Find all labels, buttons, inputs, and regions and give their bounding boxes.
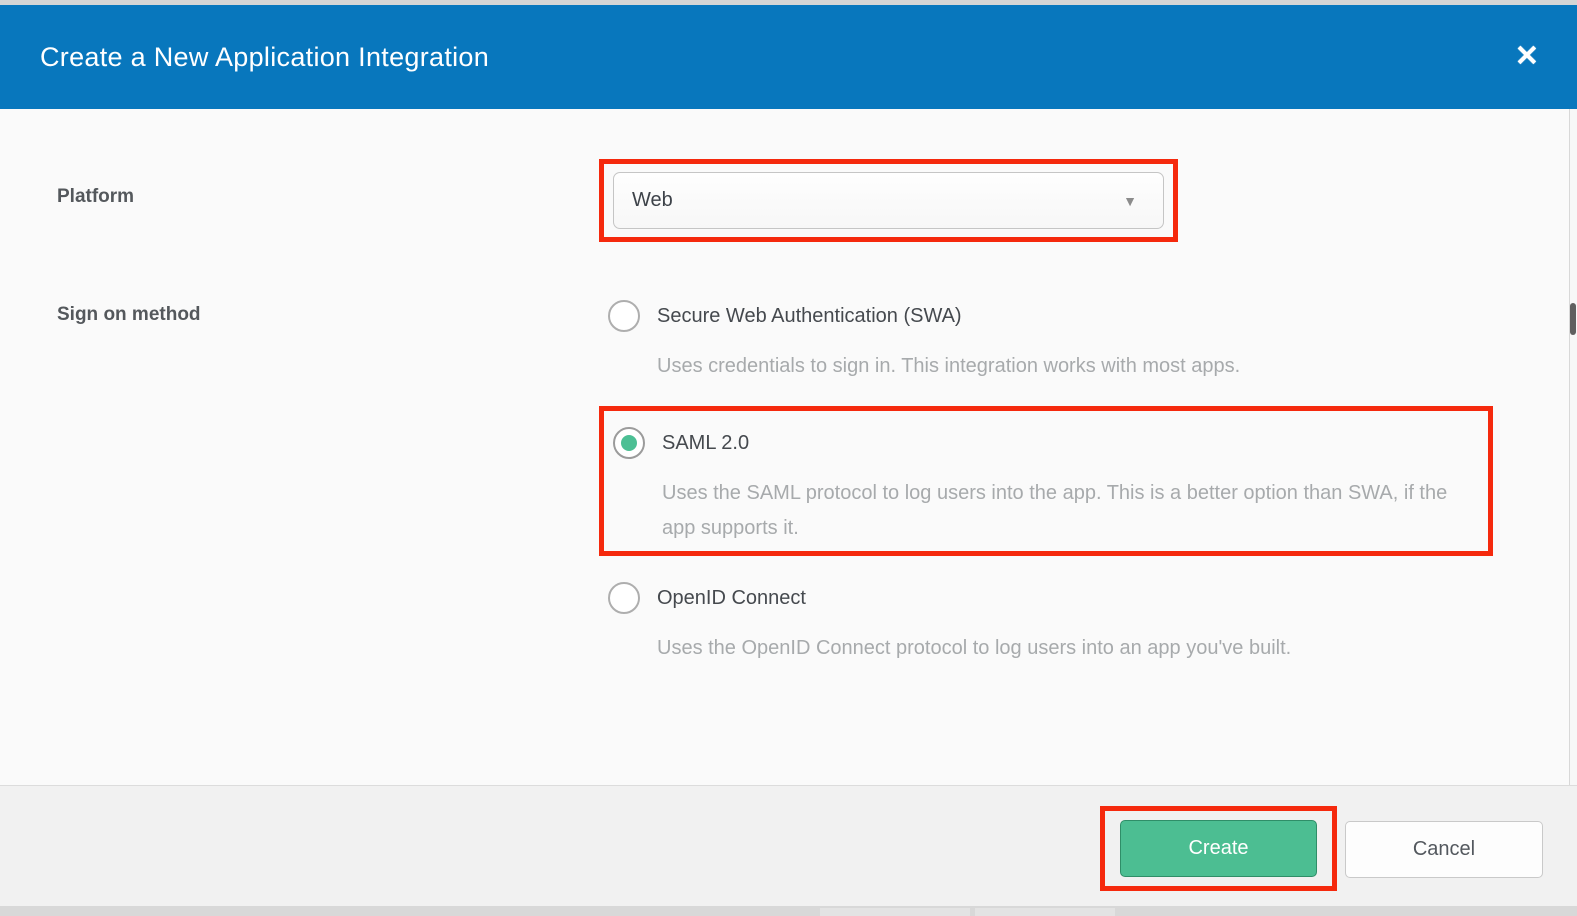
platform-select-value: Web	[632, 189, 673, 212]
sign-on-method-label: Sign on method	[57, 304, 201, 326]
background-page-fragment	[975, 908, 1115, 916]
saml-option-highlight: SAML 2.0 Uses the SAML protocol to log u…	[599, 406, 1493, 556]
scrollbar-thumb[interactable]	[1570, 303, 1576, 335]
dialog-header: Create a New Application Integration ✕	[0, 5, 1577, 109]
option-swa-description: Uses credentials to sign in. This integr…	[657, 349, 1240, 384]
radio-openid[interactable]	[608, 582, 640, 614]
option-saml-texts: SAML 2.0 Uses the SAML protocol to log u…	[662, 427, 1482, 546]
dialog-title: Create a New Application Integration	[40, 42, 489, 73]
chevron-down-icon: ▼	[1123, 193, 1137, 209]
close-icon[interactable]: ✕	[1515, 43, 1539, 72]
dialog-footer	[0, 785, 1577, 906]
background-page-fragment	[820, 908, 970, 916]
option-saml: SAML 2.0 Uses the SAML protocol to log u…	[613, 427, 1482, 546]
radio-saml[interactable]	[613, 427, 645, 459]
create-app-integration-dialog: Create a New Application Integration ✕ P…	[0, 0, 1577, 916]
platform-dropdown-highlight: Web ▼	[599, 159, 1178, 242]
option-saml-description: Uses the SAML protocol to log users into…	[662, 476, 1482, 546]
scrollbar-track[interactable]	[1569, 109, 1577, 785]
option-openid-description: Uses the OpenID Connect protocol to log …	[657, 631, 1291, 666]
create-button[interactable]: Create	[1120, 820, 1317, 877]
platform-label: Platform	[57, 186, 134, 208]
cancel-button[interactable]: Cancel	[1345, 821, 1543, 878]
radio-swa[interactable]	[608, 300, 640, 332]
platform-select[interactable]: Web ▼	[613, 172, 1164, 229]
page-bottom-edge	[0, 906, 1577, 916]
option-saml-label[interactable]: SAML 2.0	[662, 427, 1482, 459]
create-button-highlight: Create	[1100, 806, 1337, 891]
option-openid: OpenID Connect Uses the OpenID Connect p…	[608, 582, 1291, 666]
option-openid-label[interactable]: OpenID Connect	[657, 582, 1291, 614]
option-swa-label[interactable]: Secure Web Authentication (SWA)	[657, 300, 1240, 332]
option-swa-texts: Secure Web Authentication (SWA) Uses cre…	[657, 300, 1240, 384]
option-swa: Secure Web Authentication (SWA) Uses cre…	[608, 300, 1240, 384]
option-openid-texts: OpenID Connect Uses the OpenID Connect p…	[657, 582, 1291, 666]
